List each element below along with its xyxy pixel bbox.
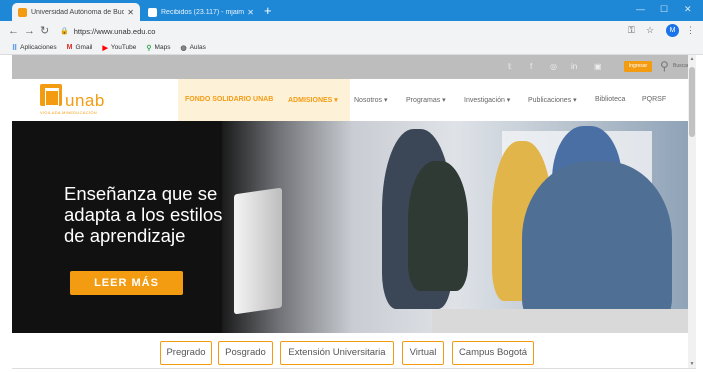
scroll-up-icon[interactable]: ▲ [688, 56, 696, 62]
profile-avatar[interactable]: M [666, 24, 679, 37]
facebook-icon[interactable]: f [530, 62, 532, 71]
bookmark-maps[interactable]: ⚲ Maps [146, 44, 170, 52]
nav-programas[interactable]: Programas ▾ [406, 96, 446, 104]
minimize-icon[interactable]: — [636, 4, 645, 14]
tab-title: Universidad Autónoma de Bucar [31, 8, 125, 16]
hero-photo [222, 121, 688, 333]
menu-dots-icon[interactable]: ⋮ [686, 25, 695, 36]
youtube-social-icon[interactable]: ▣ [594, 62, 602, 71]
hero-banner: Enseñanza que se adapta a los estilos de… [12, 121, 688, 333]
unab-favicon-icon [18, 7, 27, 17]
key-icon[interactable]: ⚿ [628, 25, 635, 36]
link-extension[interactable]: Extensión Universitaria [280, 341, 394, 365]
nav-publicaciones[interactable]: Publicaciones ▾ [528, 96, 577, 104]
hero-line: de aprendizaje [64, 225, 186, 246]
search-icon[interactable]: ⚲ [660, 59, 669, 73]
page-scrollbar[interactable]: ▲ ▼ [688, 55, 696, 369]
browser-tabstrip: Universidad Autónoma de Bucar ✕ Recibido… [0, 0, 703, 21]
link-pregrado[interactable]: Pregrado [160, 341, 212, 365]
bookmark-label: Aulas [189, 44, 206, 51]
login-button[interactable]: Ingresar [624, 61, 652, 72]
star-icon[interactable]: ☆ [646, 25, 654, 36]
gmail-favicon-icon [148, 7, 157, 17]
hero-desk [432, 309, 688, 333]
bookmark-aulas[interactable]: ◍ Aulas [180, 44, 205, 52]
youtube-icon: ▶ [102, 44, 108, 52]
student-figure [408, 161, 468, 291]
linkedin-icon[interactable]: in [571, 62, 577, 71]
link-posgrado[interactable]: Posgrado [218, 341, 273, 365]
nav-pqrsf[interactable]: PQRSF [642, 96, 666, 103]
forward-icon[interactable]: → [24, 24, 35, 38]
site-nav: unab VIGILADA MINEDUCACIÓN FONDO SOLIDAR… [12, 79, 688, 121]
instagram-icon[interactable]: ◎ [550, 62, 557, 71]
read-more-button[interactable]: LEER MÁS [70, 271, 183, 295]
scroll-down-icon[interactable]: ▼ [688, 361, 696, 367]
address-bar: ← → ↻ 🔒 https://www.unab.edu.co ⚿ ☆ M ⋮ [0, 21, 703, 41]
maximize-icon[interactable]: ☐ [660, 4, 668, 15]
search-label[interactable]: Buscar [673, 63, 689, 69]
close-tab-icon[interactable]: ✕ [127, 8, 134, 17]
gmail-icon: M [66, 44, 73, 51]
link-campus-bogota[interactable]: Campus Bogotá [452, 341, 534, 365]
hero-line: Enseñanza que se [64, 183, 218, 204]
nav-biblioteca[interactable]: Biblioteca [595, 96, 625, 103]
new-tab-button[interactable]: + [264, 3, 272, 18]
apps-grid-icon: ⠿ [12, 44, 18, 52]
close-tab-icon[interactable]: ✕ [247, 8, 254, 17]
unab-logo-icon[interactable] [40, 84, 62, 106]
nav-admisiones[interactable]: ADMISIONES ▾ [288, 96, 338, 104]
nav-fondo-solidario[interactable]: FONDO SOLIDARIO UNAB [185, 96, 273, 103]
bookmark-youtube[interactable]: ▶ YouTube [102, 44, 136, 52]
logo-subtitle: VIGILADA MINEDUCACIÓN [40, 110, 97, 115]
bookmark-apps[interactable]: ⠿ Aplicaciones [12, 44, 57, 52]
bookmark-label: YouTube [110, 44, 137, 51]
bookmark-gmail[interactable]: M Gmail [67, 44, 93, 51]
hero-line: adapta a los estilos [64, 204, 223, 225]
scrollbar-thumb[interactable] [689, 67, 695, 137]
lock-icon: 🔒 [60, 28, 69, 35]
hero-headline: Enseñanza que se adapta a los estilos de… [64, 183, 264, 246]
url-text: https://www.unab.edu.co [73, 26, 156, 36]
tab-unab[interactable]: Universidad Autónoma de Bucar ✕ [12, 3, 140, 21]
bookmark-label: Aplicaciones [20, 44, 57, 51]
logo-text[interactable]: unab [65, 91, 105, 111]
bookmarks-bar: ⠿ Aplicaciones M Gmail ▶ YouTube ⚲ Maps … [0, 41, 703, 55]
globe-icon: ◍ [180, 44, 187, 52]
bookmark-label: Gmail [75, 44, 93, 51]
quick-links: Pregrado Posgrado Extensión Universitari… [12, 333, 688, 367]
twitter-icon[interactable]: 𝕥 [508, 62, 512, 71]
nav-nosotros[interactable]: Nosotros ▾ [354, 96, 387, 104]
tab-title: Recibidos (23.117) - mjaimes23@ [161, 8, 245, 16]
bookmark-label: Maps [154, 44, 171, 51]
reload-icon[interactable]: ↻ [40, 24, 49, 38]
maps-pin-icon: ⚲ [146, 44, 152, 52]
nav-investigacion[interactable]: Investigación ▾ [464, 96, 510, 104]
url-input[interactable]: 🔒 https://www.unab.edu.co [60, 24, 640, 38]
back-icon[interactable]: ← [8, 24, 19, 38]
site-topbar: 𝕥 f ◎ in ▣ Ingresar ⚲ Buscar [12, 55, 689, 79]
page-divider [12, 368, 696, 369]
teacher-figure [522, 161, 672, 333]
close-window-icon[interactable]: ✕ [684, 4, 692, 15]
tab-gmail[interactable]: Recibidos (23.117) - mjaimes23@ ✕ [142, 3, 260, 21]
link-virtual[interactable]: Virtual [402, 341, 444, 365]
